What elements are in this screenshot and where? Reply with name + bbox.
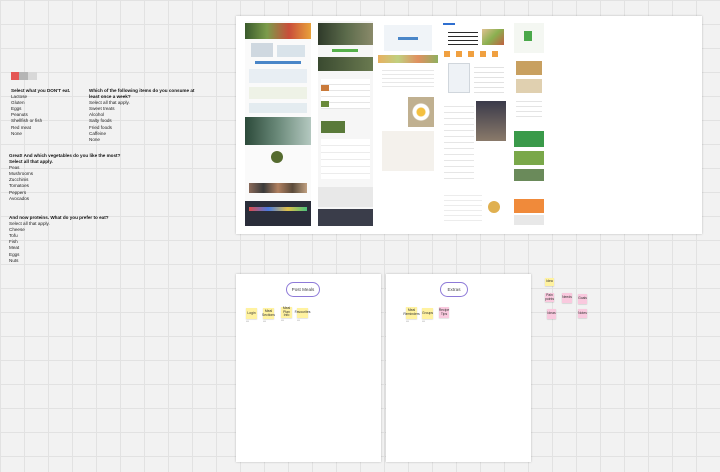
sticky-caption: ••• xyxy=(263,320,266,323)
food-thumb xyxy=(321,101,329,107)
sticky-caption: ••• xyxy=(246,320,249,323)
footer-logos xyxy=(249,207,307,211)
green-accent xyxy=(524,31,532,41)
orange-card xyxy=(514,199,544,213)
question-consume-weekly[interactable]: Which of the following items do you cons… xyxy=(89,88,194,143)
content-row xyxy=(249,103,307,113)
sticky-caption: ••• xyxy=(281,319,284,322)
sticky-note-favourites[interactable]: Favourites xyxy=(295,308,310,318)
question-vegetables[interactable]: Great! And which vegetables do you like … xyxy=(9,153,120,202)
option: Nuts xyxy=(9,257,19,263)
footer-panel xyxy=(318,187,373,207)
color-swatch-gray[interactable] xyxy=(19,72,28,80)
athlete-photo xyxy=(245,117,311,145)
hero-image-2 xyxy=(318,57,373,71)
sticky-note-idea[interactable]: Idea xyxy=(545,278,554,286)
sticky-caption: ••• xyxy=(406,320,409,323)
phone-mockup xyxy=(448,63,470,93)
card xyxy=(514,215,544,225)
board-extras[interactable]: Extras Meal Reminders Groups Recipe Tips… xyxy=(386,274,531,462)
food-strip xyxy=(378,55,438,63)
sticky-note-pain-points[interactable]: Pain points xyxy=(545,293,554,302)
option: Avocados xyxy=(9,195,30,201)
device-mockups xyxy=(277,45,305,57)
text-rows xyxy=(474,63,504,93)
option: None xyxy=(89,136,100,142)
sticky-caption: ••• xyxy=(422,320,425,323)
color-swatch-red[interactable] xyxy=(11,72,19,80)
hero-image xyxy=(318,23,373,45)
food-photo xyxy=(321,121,345,133)
green-button xyxy=(332,49,358,52)
hero-image xyxy=(245,23,311,39)
icons-row xyxy=(444,51,504,57)
screenshot-meal-plan[interactable] xyxy=(318,21,373,226)
blue-buttons xyxy=(255,61,301,64)
screenshot-mobile-app[interactable] xyxy=(512,21,546,226)
color-swatch-light-gray[interactable] xyxy=(28,72,37,80)
content-row xyxy=(249,87,307,99)
screenshot-meal-delivery[interactable] xyxy=(245,21,311,226)
footer-dark xyxy=(245,201,311,226)
sticky-note-notes[interactable]: Notes xyxy=(578,309,587,318)
sticky-note-meal-sections[interactable]: Meal Sections xyxy=(262,308,275,319)
food-photo xyxy=(516,61,542,75)
board-title-pill[interactable]: Post Meals xyxy=(286,282,320,297)
sticky-note-needs[interactable]: Needs xyxy=(562,293,572,303)
food-photo xyxy=(482,29,504,45)
text-rows xyxy=(516,97,542,121)
question-dont-eat[interactable]: Select what you DON'T eat. Lactose Glute… xyxy=(11,88,70,137)
sticky-note-goals[interactable]: Goals xyxy=(578,294,587,304)
question-proteins[interactable]: And now proteins. What do you prefer to … xyxy=(9,215,109,264)
sticky-note-login[interactable]: Login xyxy=(246,308,257,319)
screenshot-workout-app[interactable] xyxy=(440,21,508,226)
form-panel xyxy=(382,131,434,171)
footer-dark xyxy=(318,209,373,226)
bowl-image xyxy=(271,151,283,163)
blue-button xyxy=(398,37,418,40)
food-photo-egg xyxy=(408,97,434,127)
screenshot-recipes[interactable] xyxy=(378,21,438,176)
food-photo xyxy=(514,169,544,181)
sticky-note-ideas[interactable]: Ideas xyxy=(547,309,556,319)
green-card xyxy=(514,131,544,147)
device-mockups xyxy=(251,43,273,57)
sticky-note-recipe-tips[interactable]: Recipe Tips xyxy=(439,307,449,318)
content-row xyxy=(249,69,307,83)
board-post-meals[interactable]: Post Meals Login Meal Sections Meal Plan… xyxy=(236,274,381,462)
sticky-note-groups[interactable]: Groups xyxy=(422,308,433,319)
photo-grid xyxy=(249,183,307,193)
workout-photo xyxy=(476,101,506,141)
food-photo xyxy=(514,151,544,165)
sticky-note-meal-plan-info[interactable]: Meal Plan Info xyxy=(281,306,292,318)
sticky-caption: ••• xyxy=(297,319,300,322)
text-rows xyxy=(382,67,434,89)
food-thumb xyxy=(321,85,329,91)
board-title-pill[interactable]: Extras xyxy=(440,282,468,297)
sticky-note-meal-reminders[interactable]: Meal Reminders xyxy=(403,307,420,319)
option: None xyxy=(11,130,22,136)
list-rows xyxy=(321,139,370,179)
food-photo xyxy=(516,79,542,93)
logo-line xyxy=(443,23,455,25)
list-rows xyxy=(444,101,474,181)
headline-block xyxy=(448,29,478,45)
food-circle xyxy=(488,201,500,213)
text-rows xyxy=(444,191,482,221)
moodboard-frame[interactable] xyxy=(236,16,702,234)
